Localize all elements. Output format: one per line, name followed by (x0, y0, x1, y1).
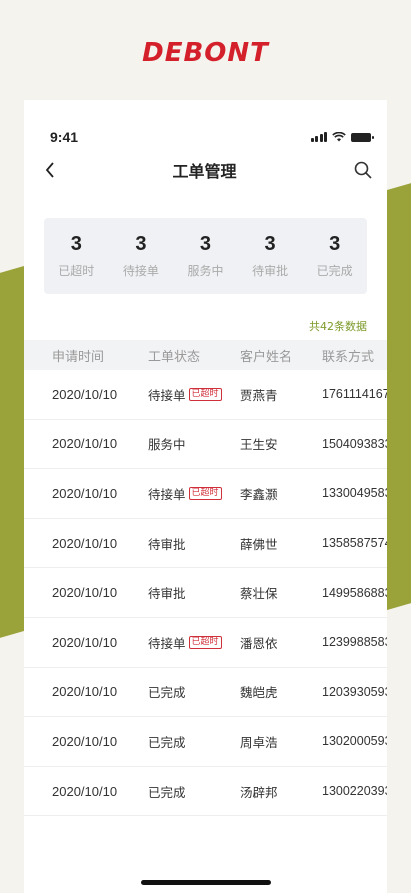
status-time: 9:41 (50, 129, 79, 145)
stat-label: 待接单 (122, 264, 159, 278)
overdue-badge: 已超时 (188, 635, 222, 649)
table-row[interactable]: 2020/10/10 待接单已超时 贾燕青 17611141678 (24, 370, 387, 420)
cell-phone: 14995868838 (322, 585, 387, 600)
cell-name: 李鑫灏 (240, 486, 278, 502)
cell-status: 已完成 (148, 732, 240, 751)
record-count: 共42条数据 (309, 320, 367, 333)
status-text: 已完成 (148, 734, 186, 750)
stat-value: 3 (264, 233, 276, 255)
stat-value: 3 (70, 233, 82, 255)
cell-status: 已完成 (148, 782, 240, 801)
stat-pending-approval[interactable]: 3 待审批 (240, 233, 300, 279)
status-text: 待接单 (148, 635, 186, 651)
cell-phone: 17611141678 (322, 387, 387, 402)
status-icons (310, 132, 374, 150)
cell-name: 魏皑虎 (240, 685, 278, 701)
overdue-badge: 已超时 (188, 486, 222, 500)
table-row[interactable]: 2020/10/10 待审批 薛佛世 13585875748 (24, 519, 387, 569)
header-apply-time: 申请时间 (52, 349, 105, 365)
status-text: 待接单 (148, 387, 186, 403)
stat-value: 3 (329, 233, 341, 255)
cell-date: 2020/10/10 (52, 783, 118, 799)
cell-name: 潘恩依 (240, 635, 278, 651)
wifi-icon (332, 132, 346, 142)
search-icon[interactable] (353, 160, 373, 180)
stat-pending-accept[interactable]: 3 待接单 (111, 233, 171, 279)
stat-value: 3 (199, 233, 212, 255)
overdue-badge: 已超时 (188, 387, 222, 401)
status-text: 已完成 (148, 685, 186, 701)
stat-label: 服务中 (187, 264, 224, 278)
status-text: 服务中 (148, 437, 186, 453)
battery-icon (351, 132, 374, 142)
table-row[interactable]: 2020/10/10 已完成 汤辟邦 13002203938 (24, 767, 387, 817)
home-indicator[interactable] (141, 880, 271, 885)
cell-phone: 13300495838 (322, 486, 387, 501)
cell-date: 2020/10/10 (52, 436, 118, 452)
cell-status: 待接单 已超时 (148, 385, 240, 404)
cell-date: 2020/10/10 (52, 733, 118, 749)
cell-date: 2020/10/10 (52, 585, 118, 601)
table-row[interactable]: 2020/10/10 待审批 蔡壮保 14995868838 (24, 568, 387, 618)
table-row[interactable]: 2020/10/10 已完成 魏皑虎 12039305938 (24, 668, 387, 718)
header-customer-name: 客户姓名 (240, 349, 293, 365)
cell-status: 待接单 已超时 (148, 633, 240, 652)
cell-status: 待接单 已超时 (148, 484, 240, 503)
stat-label: 已完成 (316, 264, 353, 278)
cell-phone: 13002203938 (322, 784, 387, 799)
stat-label: 已超时 (58, 264, 95, 278)
cell-date: 2020/10/10 (52, 535, 118, 551)
header-contact: 联系方式 (322, 349, 375, 365)
status-text: 待接单 (148, 486, 186, 502)
cell-phone: 13020005938 (322, 734, 387, 749)
chevron-left-icon[interactable] (44, 161, 56, 179)
stat-value: 3 (135, 233, 147, 255)
cell-date: 2020/10/10 (52, 386, 118, 402)
stat-completed[interactable]: 3 已完成 (305, 233, 365, 279)
cell-name: 蔡壮保 (240, 586, 278, 602)
cell-name: 周卓浩 (240, 734, 278, 750)
header-order-status: 工单状态 (148, 349, 201, 365)
cell-name: 王生安 (240, 437, 278, 453)
table-row[interactable]: 2020/10/10 待接单已超时 李鑫灏 13300495838 (24, 469, 387, 519)
status-text: 待审批 (148, 536, 186, 552)
cell-phone: 12039305938 (322, 684, 387, 699)
cell-name: 薛佛世 (240, 536, 278, 552)
table-row[interactable]: 2020/10/10 服务中 王生安 15040938338 (24, 420, 387, 470)
table-row[interactable]: 2020/10/10 待接单已超时 潘恩依 12399885838 (24, 618, 387, 668)
cell-status: 服务中 (148, 434, 240, 453)
cell-phone: 13585875748 (322, 536, 387, 551)
cell-name: 汤辟邦 (240, 784, 278, 800)
cell-status: 已完成 (148, 682, 240, 701)
status-text: 待审批 (148, 586, 186, 602)
stats-panel: 3 已超时 3 待接单 3 服务中 3 待审批 3 已完成 (44, 218, 367, 294)
stat-label: 待审批 (252, 264, 289, 278)
signal-icon (310, 132, 327, 142)
table-row[interactable]: 2020/10/10 已完成 周卓浩 13020005938 (24, 717, 387, 767)
cell-status: 待审批 (148, 534, 240, 553)
table-header: 申请时间 工单状态 客户姓名 联系方式 (24, 340, 387, 370)
stat-in-service[interactable]: 3 服务中 (175, 233, 235, 279)
cell-date: 2020/10/10 (52, 485, 118, 501)
nav-bar: 工单管理 (24, 152, 387, 188)
phone-screen: 9:41 工单管理 3 已超时 3 待接单 3 服务中 3 待审批 3 已完成 共42条数… (24, 100, 387, 893)
stat-overdue[interactable]: 3 已超时 (46, 233, 106, 279)
cell-phone: 15040938338 (322, 436, 387, 451)
page-title: 工单管理 (172, 162, 237, 181)
status-bar: 9:41 (24, 100, 387, 150)
brand-logo: DEBONT (142, 38, 269, 68)
table-body: 2020/10/10 待接单已超时 贾燕青 17611141678 2020/1… (24, 370, 387, 817)
cell-name: 贾燕青 (240, 387, 278, 403)
cell-phone: 12399885838 (322, 635, 387, 650)
status-text: 已完成 (148, 784, 186, 800)
cell-date: 2020/10/10 (52, 634, 118, 650)
cell-date: 2020/10/10 (52, 684, 118, 700)
cell-status: 待审批 (148, 583, 240, 602)
